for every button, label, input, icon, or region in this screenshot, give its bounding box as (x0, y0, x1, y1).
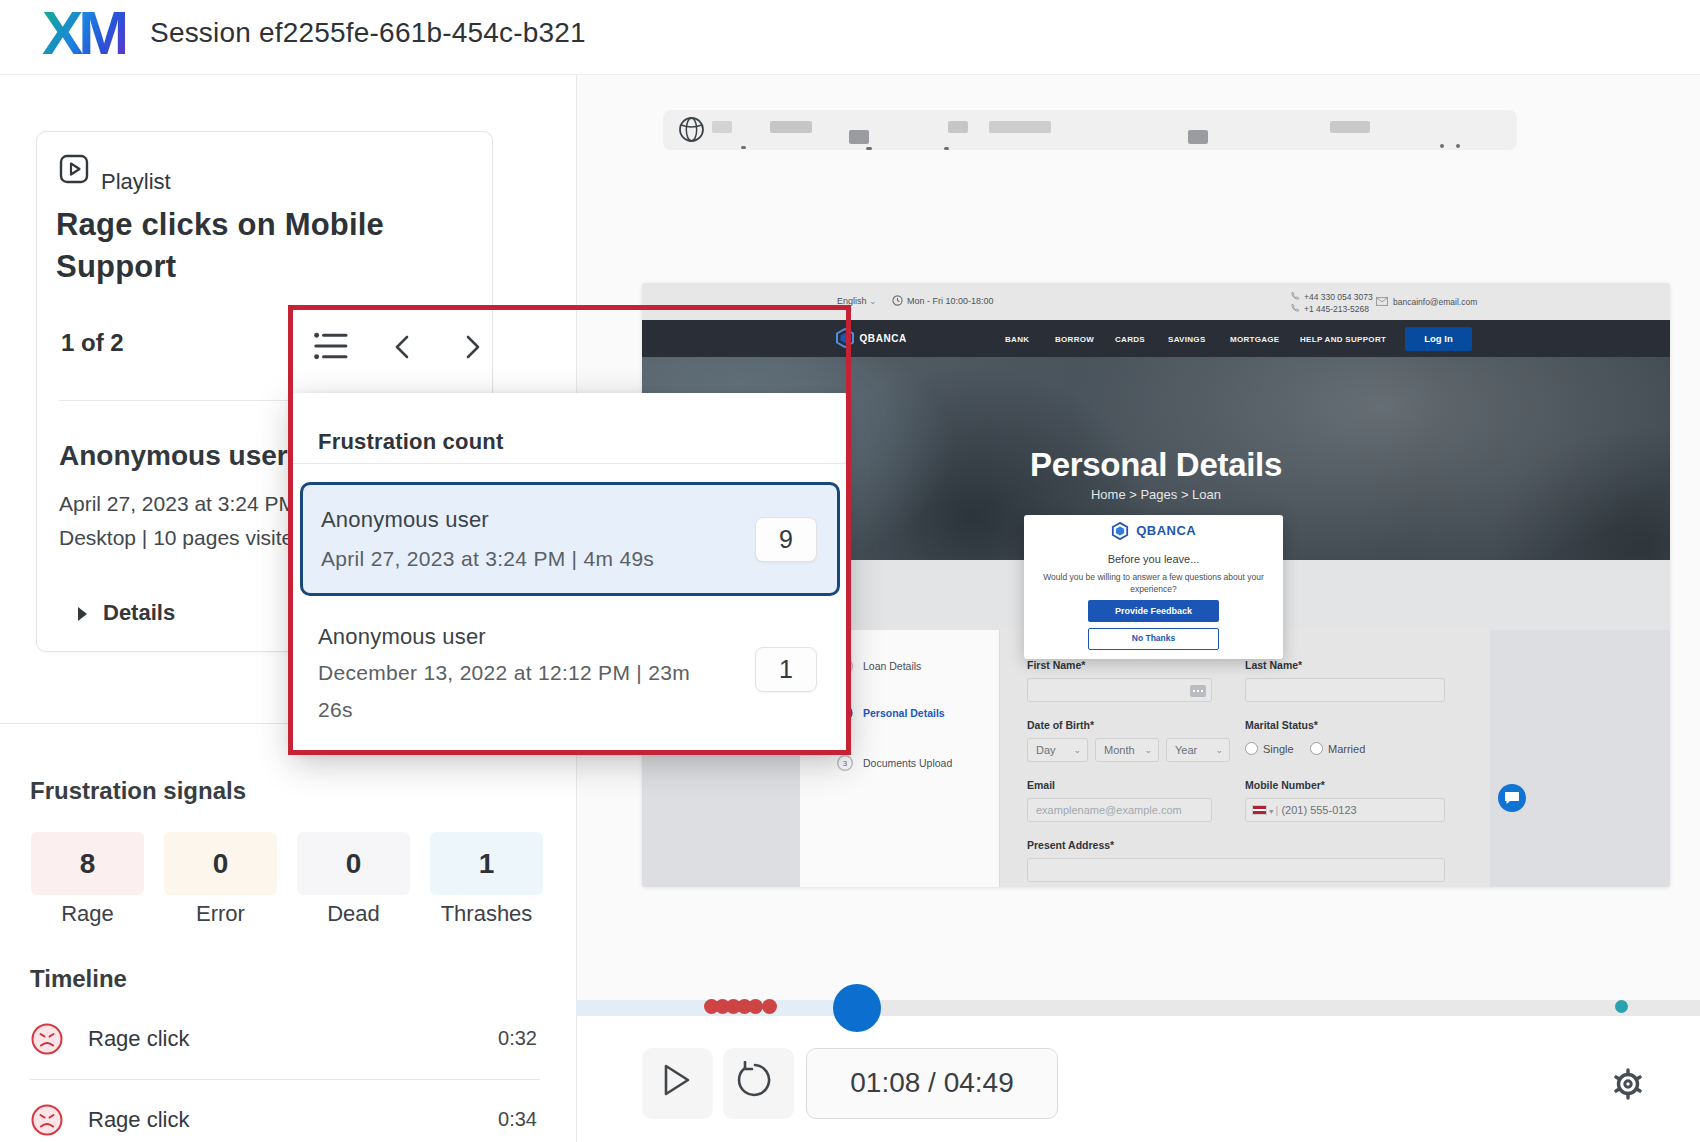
mobile-label: Mobile Number* (1245, 779, 1325, 791)
rage-click-icon (31, 1023, 63, 1055)
site-hours: Mon - Fri 10:00-18:00 (892, 283, 994, 320)
site-nav-help[interactable]: HELP AND SUPPORT (1300, 335, 1386, 344)
signal-label-rage: Rage (31, 901, 144, 927)
timeline-event-time: 0:32 (498, 1027, 537, 1050)
session-title: Session ef2255fe-661b-454c-b321 (150, 17, 586, 49)
site-step1-label[interactable]: Loan Details (863, 660, 921, 672)
timeline-event-time: 0:34 (498, 1108, 537, 1131)
rage-marker[interactable] (762, 999, 777, 1014)
details-toggle[interactable]: Details (76, 600, 175, 626)
timeline-event-label: Rage click (88, 1026, 189, 1052)
site-phone1: +44 330 054 3073 (1290, 291, 1373, 302)
modal-brand: QBANCA (1024, 521, 1283, 540)
settings-gear-icon[interactable] (1606, 1062, 1650, 1106)
single-radio[interactable] (1245, 742, 1258, 755)
modal-line1: Would you be willing to answer a few que… (1024, 572, 1283, 582)
xm-logo: XM (42, 0, 125, 68)
signal-chip-error: 0 (164, 832, 277, 895)
time-display: 01:08 / 04:49 (806, 1048, 1058, 1119)
session-date: April 27, 2023 at 3:24 PM (59, 487, 305, 521)
app: XM Session ef2255fe-661b-454c-b321 Playl… (0, 0, 1700, 1142)
last-name-label: Last Name* (1245, 659, 1302, 671)
session-user: Anonymous user (59, 440, 288, 472)
details-label: Details (103, 600, 175, 625)
input-icon (1190, 685, 1206, 697)
timeline-event-row[interactable]: Rage click 0:32 (30, 1008, 537, 1070)
globe-icon (678, 116, 705, 143)
thrash-marker[interactable] (1615, 1000, 1628, 1013)
site-nav-cards[interactable]: CARDS (1115, 335, 1145, 344)
site-nav-savings[interactable]: SAVINGS (1168, 335, 1206, 344)
site-email: bancainfo@email.com (1376, 297, 1477, 307)
site-nav-mortgage[interactable]: MORTGAGE (1230, 335, 1280, 344)
signal-chip-dead: 0 (297, 832, 410, 895)
no-thanks-button[interactable]: No Thanks (1088, 628, 1219, 650)
session-device: Desktop | 10 pages visited (59, 521, 305, 555)
site-phone2: +1 445-213-5268 (1290, 303, 1369, 314)
modal-title: Before you leave... (1024, 553, 1283, 565)
timeline-divider (30, 1079, 540, 1080)
session-meta: April 27, 2023 at 3:24 PM Desktop | 10 p… (59, 487, 305, 555)
dob-year-select[interactable]: Year⌄ (1166, 738, 1230, 762)
timeline-event-label: Rage click (88, 1107, 189, 1133)
rewind-button[interactable] (723, 1048, 794, 1119)
married-label: Married (1328, 743, 1365, 755)
timeline-event-row[interactable]: Rage click 0:34 (30, 1089, 537, 1142)
signal-label-error: Error (164, 901, 277, 927)
signal-chip-rage: 8 (31, 832, 144, 895)
signal-chip-thrashes: 1 (430, 832, 543, 895)
dob-label: Date of Birth* (1027, 719, 1094, 731)
address-label: Present Address* (1027, 839, 1114, 851)
chat-bubble-button[interactable] (1498, 784, 1526, 812)
feedback-modal: QBANCA Before you leave... Would you be … (1024, 515, 1283, 659)
playlist-title: Rage clicks on Mobile Support (56, 204, 416, 288)
rage-marker[interactable] (748, 999, 763, 1014)
playlist-position: 1 of 2 (61, 329, 124, 357)
svg-text:3: 3 (843, 759, 848, 768)
rage-click-icon (31, 1104, 63, 1136)
timeline-heading: Timeline (30, 965, 127, 993)
site-nav-bank[interactable]: BANK (1005, 335, 1029, 344)
signal-label-thrashes: Thrashes (430, 901, 543, 927)
playhead[interactable] (833, 984, 881, 1032)
playlist-label: Playlist (101, 169, 171, 195)
dob-day-select[interactable]: Day⌄ (1027, 738, 1088, 762)
first-name-label: First Name* (1027, 659, 1085, 671)
site-step2-label[interactable]: Personal Details (863, 707, 945, 719)
email-label: Email (1027, 779, 1055, 791)
site-nav-borrow[interactable]: BORROW (1055, 335, 1094, 344)
app-header: XM Session ef2255fe-661b-454c-b321 (0, 0, 1700, 75)
signal-label-dead: Dead (297, 901, 410, 927)
browser-toolbar-skeleton (663, 110, 1517, 150)
annotation-highlight-rect (288, 305, 851, 755)
signals-heading: Frustration signals (30, 777, 246, 805)
married-radio[interactable] (1310, 742, 1323, 755)
dob-month-select[interactable]: Month⌄ (1095, 738, 1159, 762)
site-login-button[interactable]: Log In (1405, 327, 1472, 351)
single-label: Single (1263, 743, 1294, 755)
first-name-input[interactable] (1027, 678, 1212, 702)
last-name-input[interactable] (1245, 678, 1445, 702)
provide-feedback-button[interactable]: Provide Feedback (1088, 600, 1219, 622)
modal-line2: experience? (1024, 584, 1283, 594)
address-input[interactable] (1027, 858, 1445, 882)
marital-label: Marital Status* (1245, 719, 1318, 731)
mobile-input[interactable]: ▾ | (201) 555-0123 (1245, 798, 1445, 822)
playlist-icon (59, 154, 89, 184)
site-step3-label[interactable]: Documents Upload (863, 757, 952, 769)
step3-circle: 3 (837, 755, 853, 771)
play-button[interactable] (642, 1048, 713, 1119)
details-caret-icon (76, 606, 89, 622)
email-input[interactable]: examplename@example.com (1027, 798, 1212, 822)
